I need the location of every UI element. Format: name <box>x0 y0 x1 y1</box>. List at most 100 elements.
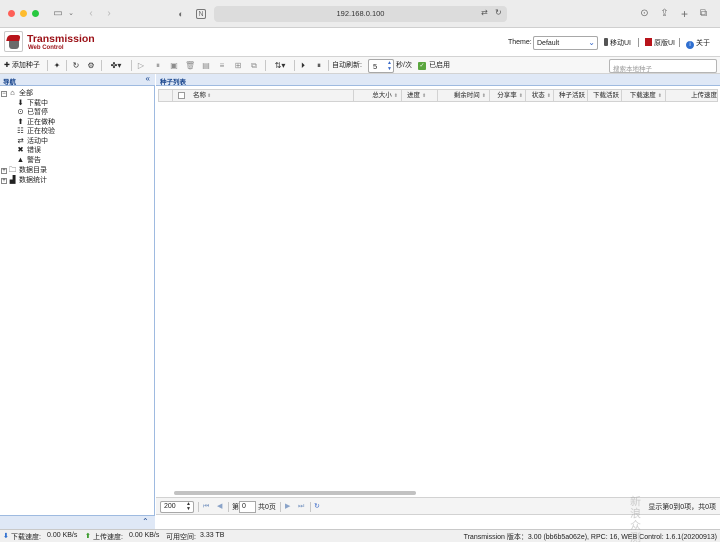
theme-select[interactable]: Default ⌄ <box>533 36 598 50</box>
sort-icon: ⬍ <box>481 93 486 99</box>
chevron-down-icon[interactable]: ⌄ <box>66 7 76 21</box>
address-bar[interactable]: 192.168.0.100 ⇄ ↻ <box>214 6 507 22</box>
tab-overview-icon[interactable]: ⧉ <box>698 7 709 21</box>
sort-menu-icon[interactable]: ⇅▾ <box>270 60 290 71</box>
torrent-list-header: 种子列表 <box>156 74 720 86</box>
header-separator <box>679 38 680 47</box>
downloads-icon[interactable]: ⊙ <box>639 7 650 21</box>
add-torrent-button[interactable]: ✚ 添加种子 <box>4 60 40 71</box>
sort-icon: ⬍ <box>207 93 212 99</box>
plugin-menu-icon[interactable]: ✤▾ <box>106 60 126 71</box>
tree-item-data-dirs[interactable]: + 🗀 数据目录 <box>1 165 47 175</box>
change-dir-icon[interactable]: ▤ <box>201 60 211 71</box>
original-ui-link[interactable]: 原版UI <box>645 38 675 48</box>
back-icon[interactable]: ‹ <box>86 7 96 21</box>
stepper-arrows-icon[interactable]: ▲ ▼ <box>387 60 392 72</box>
tree-item-paused[interactable]: ⊙ 已暂停 <box>16 107 48 117</box>
pager-separator <box>280 502 281 512</box>
zoom-window-button[interactable] <box>32 10 39 17</box>
tree-item-error[interactable]: ✖ 错误 <box>16 145 41 155</box>
column-size[interactable]: 总大小 ⬍ <box>354 90 402 101</box>
first-page-icon[interactable]: ⏮ <box>203 501 209 512</box>
notion-icon[interactable]: N <box>196 9 206 19</box>
folder-icon: 🗀 <box>8 165 17 174</box>
upload-arrow-icon: ⬆ <box>85 533 91 540</box>
rename-icon[interactable]: ⊞ <box>233 60 243 71</box>
select-all-checkbox[interactable] <box>178 92 185 99</box>
column-name[interactable]: 名称⬍ <box>189 90 354 101</box>
free-space-value: 3.33 TB <box>200 532 225 539</box>
recheck-icon[interactable]: ▣ <box>169 60 179 71</box>
sort-icon: ⬍ <box>546 93 551 99</box>
new-tab-icon[interactable]: + <box>679 7 690 21</box>
forward-icon[interactable]: › <box>104 7 114 21</box>
auto-refresh-checkbox[interactable]: ✓ <box>418 62 426 70</box>
verify-icon: ☷ <box>17 126 24 135</box>
start-torrent-icon[interactable]: ▷ <box>136 60 146 71</box>
column-seeders[interactable]: 种子活跃 <box>554 90 588 101</box>
column-download-speed[interactable]: 下载速度 ⬍ <box>622 90 666 101</box>
page-number-input[interactable]: 0 <box>239 501 256 513</box>
privacy-shield-icon[interactable]: ◐ <box>176 7 186 21</box>
column-leechers[interactable]: 下载活跃 <box>588 90 622 101</box>
column-status[interactable]: 状态 ⬍ <box>526 90 554 101</box>
search-placeholder: 搜索本地种子 <box>613 66 652 73</box>
toolbar-separator <box>294 60 295 71</box>
page-size-select[interactable]: 200 ▲ ▼ <box>160 501 194 513</box>
column-ratio[interactable]: 分享率 ⬍ <box>490 90 526 101</box>
about-link[interactable]: i 关于 <box>686 38 710 49</box>
settings-gear-icon[interactable]: ⚙ <box>86 60 96 71</box>
next-page-icon[interactable]: ▶ <box>285 501 290 512</box>
last-page-icon[interactable]: ⏭ <box>298 501 304 512</box>
pause-torrent-icon[interactable]: ⏸ <box>153 60 163 71</box>
app-title: Transmission <box>27 33 95 45</box>
download-arrow-icon: ⬇ <box>3 533 9 540</box>
delete-icon[interactable]: 🗑 <box>185 60 195 71</box>
collapse-node-icon[interactable]: − <box>1 91 7 97</box>
tracker-icon[interactable]: ≡ <box>217 60 227 71</box>
column-remaining[interactable]: 剩余时间 ⬍ <box>438 90 490 101</box>
page-size-value: 200 <box>164 503 176 510</box>
torrent-list-panel: 种子列表 名称⬍ 总大小 ⬍ 进度 ⬍ 剩余时间 ⬍ 分享率 ⬍ 状态 ⬍ 种子活跃 下载… <box>156 74 720 529</box>
share-icon[interactable]: ⇪ <box>659 7 670 21</box>
refresh-interval-input[interactable]: 5 ▲ ▼ <box>368 59 394 73</box>
refresh-page-icon[interactable]: ↻ <box>314 501 320 512</box>
mobile-ui-link[interactable]: 移动UI <box>604 38 631 48</box>
column-upload-speed[interactable]: 上传速度 <box>666 90 719 101</box>
refresh-icon[interactable]: ↻ <box>71 60 81 71</box>
close-window-button[interactable] <box>8 10 15 17</box>
tree-item-statistics[interactable]: + ▟ 数据统计 <box>1 175 47 185</box>
tree-item-warning[interactable]: ▲ 警告 <box>16 155 41 165</box>
horizontal-scrollbar[interactable] <box>174 491 416 495</box>
pager-separator <box>310 502 311 512</box>
prev-page-icon[interactable]: ◀ <box>217 501 222 512</box>
watermark: 新 浪 众 测 <box>630 495 644 542</box>
minimize-window-button[interactable] <box>20 10 27 17</box>
reload-icon[interactable]: ↻ <box>495 8 502 17</box>
main-toolbar: ✚ 添加种子 ✦ ↻ ⚙ ✤▾ ▷ ⏸ ▣ 🗑 ▤ ≡ ⊞ ⧉ ⇅▾ ⏵ ⏸ 自… <box>0 56 720 74</box>
translate-icon[interactable]: ⇄ <box>481 8 488 17</box>
sort-icon: ⬍ <box>422 93 427 99</box>
expand-node-icon[interactable]: + <box>1 178 7 184</box>
tree-item-checking[interactable]: ☷ 正在校验 <box>16 126 55 136</box>
copy-icon[interactable]: ⧉ <box>249 60 259 71</box>
expand-up-icon[interactable]: ⌃ <box>142 517 149 526</box>
expand-node-icon[interactable]: + <box>1 168 7 174</box>
pause-all-icon[interactable]: ⏸ <box>314 60 324 71</box>
start-all-icon[interactable]: ⏵ <box>298 60 308 71</box>
navigation-header: 导航 « <box>0 74 155 86</box>
column-progress[interactable]: 进度 ⬍ <box>402 90 438 101</box>
url-text: 192.168.0.100 <box>336 9 385 18</box>
header-separator <box>638 38 639 47</box>
chevron-down-icon: ⌄ <box>588 38 595 47</box>
pin-icon[interactable]: ✦ <box>52 60 62 71</box>
refresh-interval-value: 5 <box>373 62 378 71</box>
sort-icon: ⬍ <box>657 93 662 99</box>
home-icon: ⌂ <box>10 88 15 97</box>
collapse-left-icon[interactable]: « <box>146 74 150 83</box>
navigation-title: 导航 <box>3 79 16 86</box>
sidebar-toggle-icon[interactable]: ▭ <box>52 7 64 21</box>
tree-item-all[interactable]: − ⌂ 全部 <box>1 88 33 98</box>
upload-speed-value: 0.00 KB/s <box>129 532 160 539</box>
search-input[interactable]: 搜索本地种子 <box>609 59 717 73</box>
